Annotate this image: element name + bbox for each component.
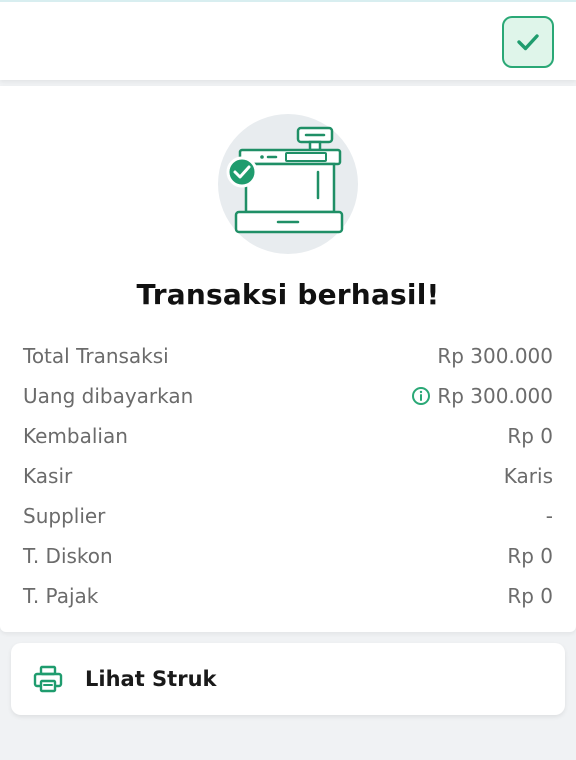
- summary-row-change: Kembalian Rp 0: [23, 416, 553, 456]
- row-value: Karis: [503, 464, 553, 488]
- transaction-summary-card: Transaksi berhasil! Total Transaksi Rp 3…: [0, 86, 576, 632]
- summary-row-tax: T. Pajak Rp 0: [23, 576, 553, 616]
- info-icon[interactable]: [411, 386, 431, 406]
- check-icon: [517, 34, 539, 51]
- row-value: -: [545, 504, 553, 528]
- row-label: Supplier: [23, 504, 106, 528]
- cash-register-success-icon: [218, 114, 358, 254]
- confirm-button[interactable]: [502, 16, 554, 68]
- row-label: Kembalian: [23, 424, 128, 448]
- row-value: Rp 0: [507, 544, 553, 568]
- view-receipt-label: Lihat Struk: [85, 667, 217, 691]
- printer-icon: [33, 665, 63, 693]
- row-label: Total Transaksi: [23, 344, 169, 368]
- summary-row-supplier: Supplier -: [23, 496, 553, 536]
- view-receipt-button[interactable]: Lihat Struk: [11, 643, 565, 715]
- success-title: Transaksi berhasil!: [136, 278, 440, 311]
- row-value: Rp 300.000: [437, 344, 553, 368]
- top-bar: [0, 0, 576, 80]
- summary-row-discount: T. Diskon Rp 0: [23, 536, 553, 576]
- summary-row-cashier: Kasir Karis: [23, 456, 553, 496]
- row-label: Kasir: [23, 464, 73, 488]
- summary-list: Total Transaksi Rp 300.000 Uang dibayark…: [23, 336, 553, 616]
- row-value: Rp 0: [507, 584, 553, 608]
- row-label: T. Diskon: [23, 544, 113, 568]
- summary-row-paid: Uang dibayarkan Rp 300.000: [23, 376, 553, 416]
- summary-row-total: Total Transaksi Rp 300.000: [23, 336, 553, 376]
- row-label: T. Pajak: [23, 584, 99, 608]
- row-label: Uang dibayarkan: [23, 384, 194, 408]
- row-value: Rp 0: [507, 424, 553, 448]
- row-value: Rp 300.000: [437, 384, 553, 408]
